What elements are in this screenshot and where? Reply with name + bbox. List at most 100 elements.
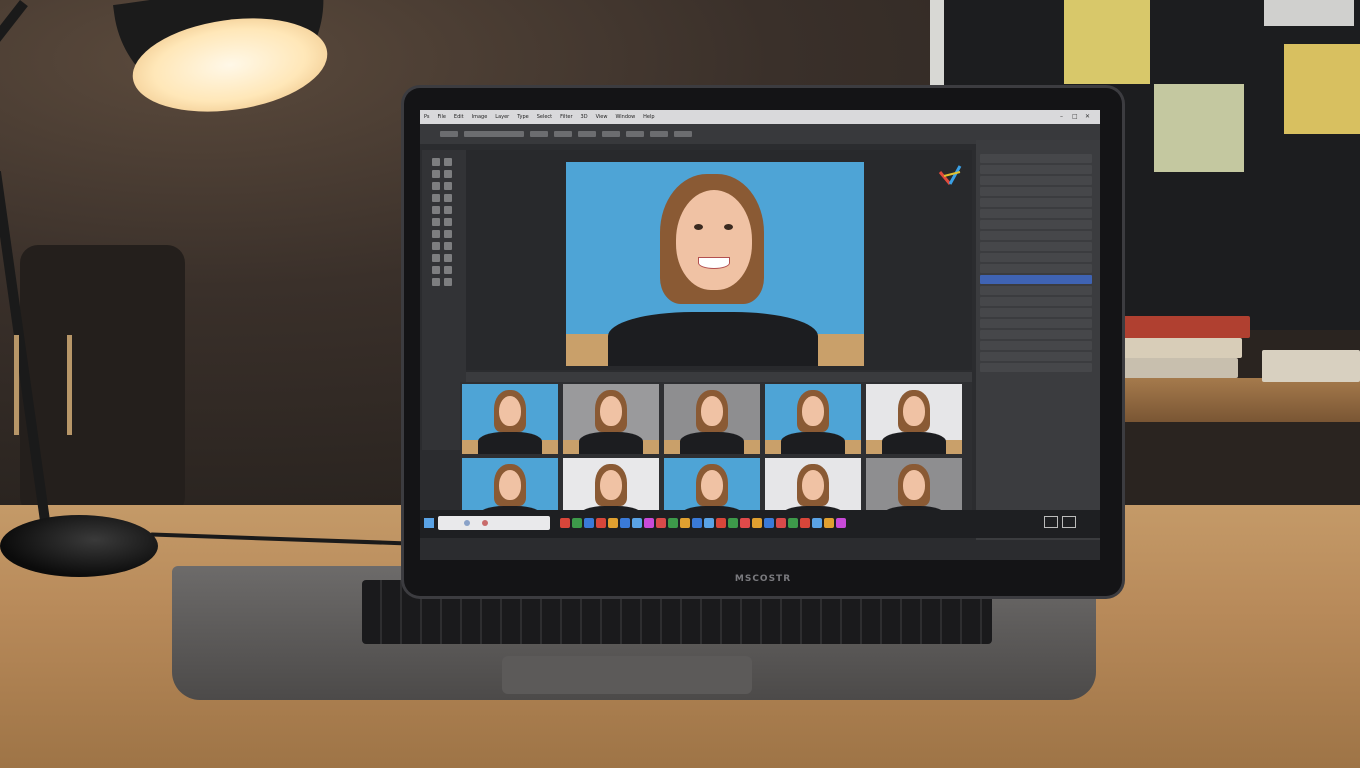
option-button[interactable] [554, 131, 572, 137]
option-button[interactable] [602, 131, 620, 137]
tool-icon[interactable] [444, 170, 452, 178]
option-button[interactable] [578, 131, 596, 137]
taskbar-app-icon[interactable] [632, 518, 642, 528]
menu-item[interactable]: Edit [450, 114, 468, 120]
layer-row[interactable] [980, 319, 1092, 328]
portrait-thumbnail[interactable] [664, 384, 760, 454]
option-button[interactable] [626, 131, 644, 137]
portrait-thumbnail[interactable] [462, 384, 558, 454]
layer-row[interactable] [980, 187, 1092, 196]
taskbar-app-icon[interactable] [752, 518, 762, 528]
menu-item[interactable]: Select [533, 114, 556, 120]
taskbar-app-icon[interactable] [680, 518, 690, 528]
layer-row[interactable] [980, 330, 1092, 339]
layer-row[interactable] [980, 209, 1092, 218]
tray-button[interactable] [1044, 516, 1058, 528]
layer-row[interactable] [980, 231, 1092, 240]
taskbar-app-icon[interactable] [764, 518, 774, 528]
layer-row[interactable] [980, 297, 1092, 306]
taskbar-app-icon[interactable] [620, 518, 630, 528]
options-slider[interactable] [464, 131, 524, 137]
option-button[interactable] [674, 131, 692, 137]
taskbar-app-icon[interactable] [668, 518, 678, 528]
taskbar-app-icon[interactable] [596, 518, 606, 528]
menu-item[interactable]: Layer [491, 114, 513, 120]
tool-icon[interactable] [432, 254, 440, 262]
menu-item[interactable]: Image [468, 114, 492, 120]
option-button[interactable] [530, 131, 548, 137]
layer-row[interactable] [980, 176, 1092, 185]
taskbar-app-icon[interactable] [788, 518, 798, 528]
layer-row[interactable] [980, 275, 1092, 284]
menu-item[interactable]: 3D [577, 114, 592, 120]
tool-icon[interactable] [432, 206, 440, 214]
taskbar-app-icon[interactable] [572, 518, 582, 528]
close-button[interactable]: ✕ [1085, 113, 1090, 120]
layer-row[interactable] [980, 286, 1092, 295]
taskbar-app-icon[interactable] [812, 518, 822, 528]
layer-row[interactable] [980, 341, 1092, 350]
taskbar-app-icon[interactable] [584, 518, 594, 528]
tool-icon[interactable] [444, 218, 452, 226]
tool-icon[interactable] [444, 230, 452, 238]
taskbar-app-icon[interactable] [824, 518, 834, 528]
tool-icon[interactable] [444, 182, 452, 190]
layer-row[interactable] [980, 253, 1092, 262]
portrait-thumbnail[interactable] [563, 384, 659, 454]
tool-icon[interactable] [444, 194, 452, 202]
tool-icon[interactable] [444, 206, 452, 214]
layer-row[interactable] [980, 198, 1092, 207]
tool-icon[interactable] [444, 254, 452, 262]
layer-row[interactable] [980, 264, 1092, 273]
start-icon[interactable] [424, 518, 434, 528]
tray-button[interactable] [1062, 516, 1076, 528]
option-button[interactable] [650, 131, 668, 137]
tool-icon[interactable] [432, 194, 440, 202]
menu-item[interactable]: Type [513, 114, 532, 120]
document-canvas[interactable] [466, 150, 972, 370]
menu-item[interactable]: Ps [420, 114, 434, 120]
menu-item[interactable]: File [434, 114, 450, 120]
layer-row[interactable] [980, 308, 1092, 317]
taskbar-app-icon[interactable] [692, 518, 702, 528]
tool-icon[interactable] [432, 230, 440, 238]
menu-item[interactable]: Filter [556, 114, 576, 120]
tool-icon[interactable] [432, 158, 440, 166]
layer-row[interactable] [980, 165, 1092, 174]
tool-icon[interactable] [432, 266, 440, 274]
tool-icon[interactable] [432, 218, 440, 226]
tool-icon[interactable] [444, 158, 452, 166]
taskbar-app-icon[interactable] [776, 518, 786, 528]
taskbar-app-icon[interactable] [608, 518, 618, 528]
taskbar-app-icon[interactable] [740, 518, 750, 528]
layer-row[interactable] [980, 242, 1092, 251]
minimize-button[interactable]: – [1060, 113, 1063, 120]
layer-row[interactable] [980, 220, 1092, 229]
portrait-thumbnail[interactable] [765, 384, 861, 454]
taskbar-app-icon[interactable] [800, 518, 810, 528]
tool-icon[interactable] [432, 170, 440, 178]
portrait-thumbnail[interactable] [866, 384, 962, 454]
layer-row[interactable] [980, 363, 1092, 372]
menu-item[interactable]: Window [611, 114, 639, 120]
taskbar-app-icon[interactable] [560, 518, 570, 528]
taskbar-app-icon[interactable] [716, 518, 726, 528]
taskbar-search[interactable] [438, 516, 550, 530]
layer-row[interactable] [980, 154, 1092, 163]
taskbar-app-icon[interactable] [656, 518, 666, 528]
taskbar-app-icon[interactable] [836, 518, 846, 528]
tool-icon[interactable] [432, 182, 440, 190]
tool-icon[interactable] [432, 278, 440, 286]
tool-icon[interactable] [444, 266, 452, 274]
tool-icon[interactable] [432, 242, 440, 250]
layer-row[interactable] [980, 352, 1092, 361]
menu-item[interactable]: View [592, 114, 612, 120]
menu-item[interactable]: Help [639, 114, 658, 120]
taskbar-app-icon[interactable] [644, 518, 654, 528]
tool-icon[interactable] [444, 242, 452, 250]
taskbar-app-icon[interactable] [704, 518, 714, 528]
maximize-button[interactable]: □ [1072, 113, 1078, 120]
taskbar-app-icon[interactable] [728, 518, 738, 528]
tool-preset-button[interactable] [440, 131, 458, 137]
tool-icon[interactable] [444, 278, 452, 286]
